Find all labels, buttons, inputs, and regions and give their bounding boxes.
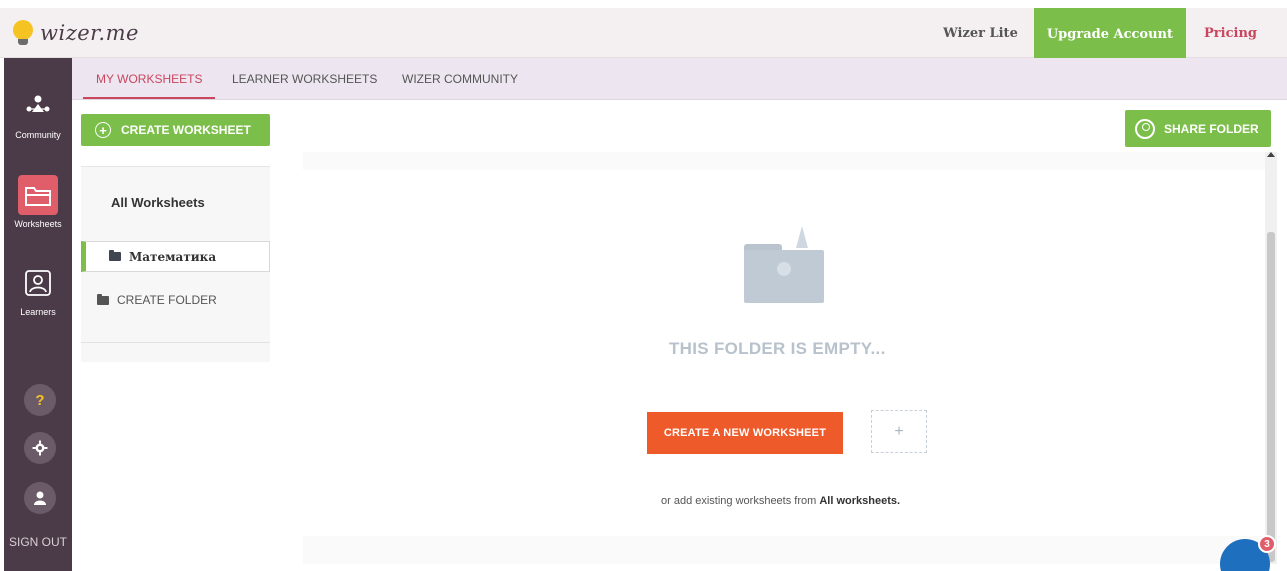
plus-circle-icon: + — [95, 122, 111, 138]
folder-item-label: Математика — [129, 249, 217, 264]
community-icon — [18, 86, 58, 126]
folder-icon — [18, 175, 58, 215]
rail-label-community: Community — [15, 130, 61, 140]
create-worksheet-label: CREATE WORKSHEET — [121, 123, 251, 137]
upgrade-account-button[interactable]: Upgrade Account — [1033, 8, 1187, 60]
empty-folder-hint: or add existing worksheets from All work… — [661, 495, 900, 507]
all-worksheets-link[interactable]: All Worksheets — [111, 195, 205, 210]
user-circle-icon — [1135, 118, 1155, 139]
help-icon[interactable]: ? — [24, 384, 56, 416]
gear-icon[interactable] — [24, 432, 56, 464]
scrollbar-thumb[interactable] — [1267, 232, 1275, 562]
tab-learner-worksheets[interactable]: LEARNER WORKSHEETS — [232, 58, 377, 100]
all-worksheets-hint-link[interactable]: All worksheets. — [819, 495, 900, 507]
learners-icon — [18, 263, 58, 303]
logo-text: wizer.me — [40, 21, 139, 45]
rail-item-worksheets[interactable]: Worksheets — [4, 175, 72, 229]
rail-label-worksheets: Worksheets — [14, 219, 62, 229]
rail-item-learners[interactable]: Learners — [4, 263, 72, 317]
create-folder-label: CREATE FOLDER — [117, 293, 217, 307]
pricing-link[interactable]: Pricing — [1186, 8, 1287, 58]
sign-out-link[interactable]: SIGN OUT — [4, 535, 72, 549]
folder-icon — [97, 293, 109, 305]
share-folder-label: SHARE FOLDER — [1164, 121, 1259, 136]
left-nav-rail: Community Worksheets Learners ? SIGN OUT — [4, 58, 72, 571]
share-folder-button[interactable]: SHARE FOLDER — [1125, 110, 1271, 147]
rail-item-community[interactable]: Community — [4, 86, 72, 140]
tab-bar: MY WORKSHEETS LEARNER WORKSHEETS WIZER C… — [72, 58, 1287, 100]
add-worksheet-placeholder[interactable]: + — [871, 410, 927, 453]
top-header: wizer.me Wizer Lite Upgrade Account Pric… — [0, 8, 1287, 60]
scroll-up-icon[interactable] — [1267, 152, 1275, 157]
folder-icon — [109, 250, 121, 261]
empty-folder-title: THIS FOLDER IS EMPTY... — [669, 339, 886, 358]
empty-folder-illustration — [744, 226, 824, 304]
profile-icon[interactable] — [24, 482, 56, 514]
rail-label-learners: Learners — [20, 307, 56, 317]
divider — [81, 342, 270, 343]
tab-wizer-community[interactable]: WIZER COMMUNITY — [402, 58, 518, 100]
create-folder-button[interactable]: CREATE FOLDER — [97, 293, 217, 307]
plan-label: Wizer Lite — [943, 25, 1018, 41]
scrollbar[interactable] — [1265, 152, 1277, 564]
chat-unread-badge: 3 — [1258, 535, 1276, 553]
hint-text: or add existing worksheets from — [661, 495, 820, 507]
create-worksheet-button[interactable]: + CREATE WORKSHEET — [81, 114, 270, 146]
create-new-worksheet-button[interactable]: CREATE A NEW WORKSHEET — [647, 412, 843, 454]
wizer-logo[interactable]: wizer.me — [12, 20, 139, 46]
folder-item-selected[interactable]: Математика — [81, 241, 270, 272]
lightbulb-icon — [12, 20, 34, 46]
tab-my-worksheets[interactable]: MY WORKSHEETS — [83, 58, 216, 99]
folder-list: All Worksheets Математика CREATE FOLDER — [81, 166, 270, 362]
